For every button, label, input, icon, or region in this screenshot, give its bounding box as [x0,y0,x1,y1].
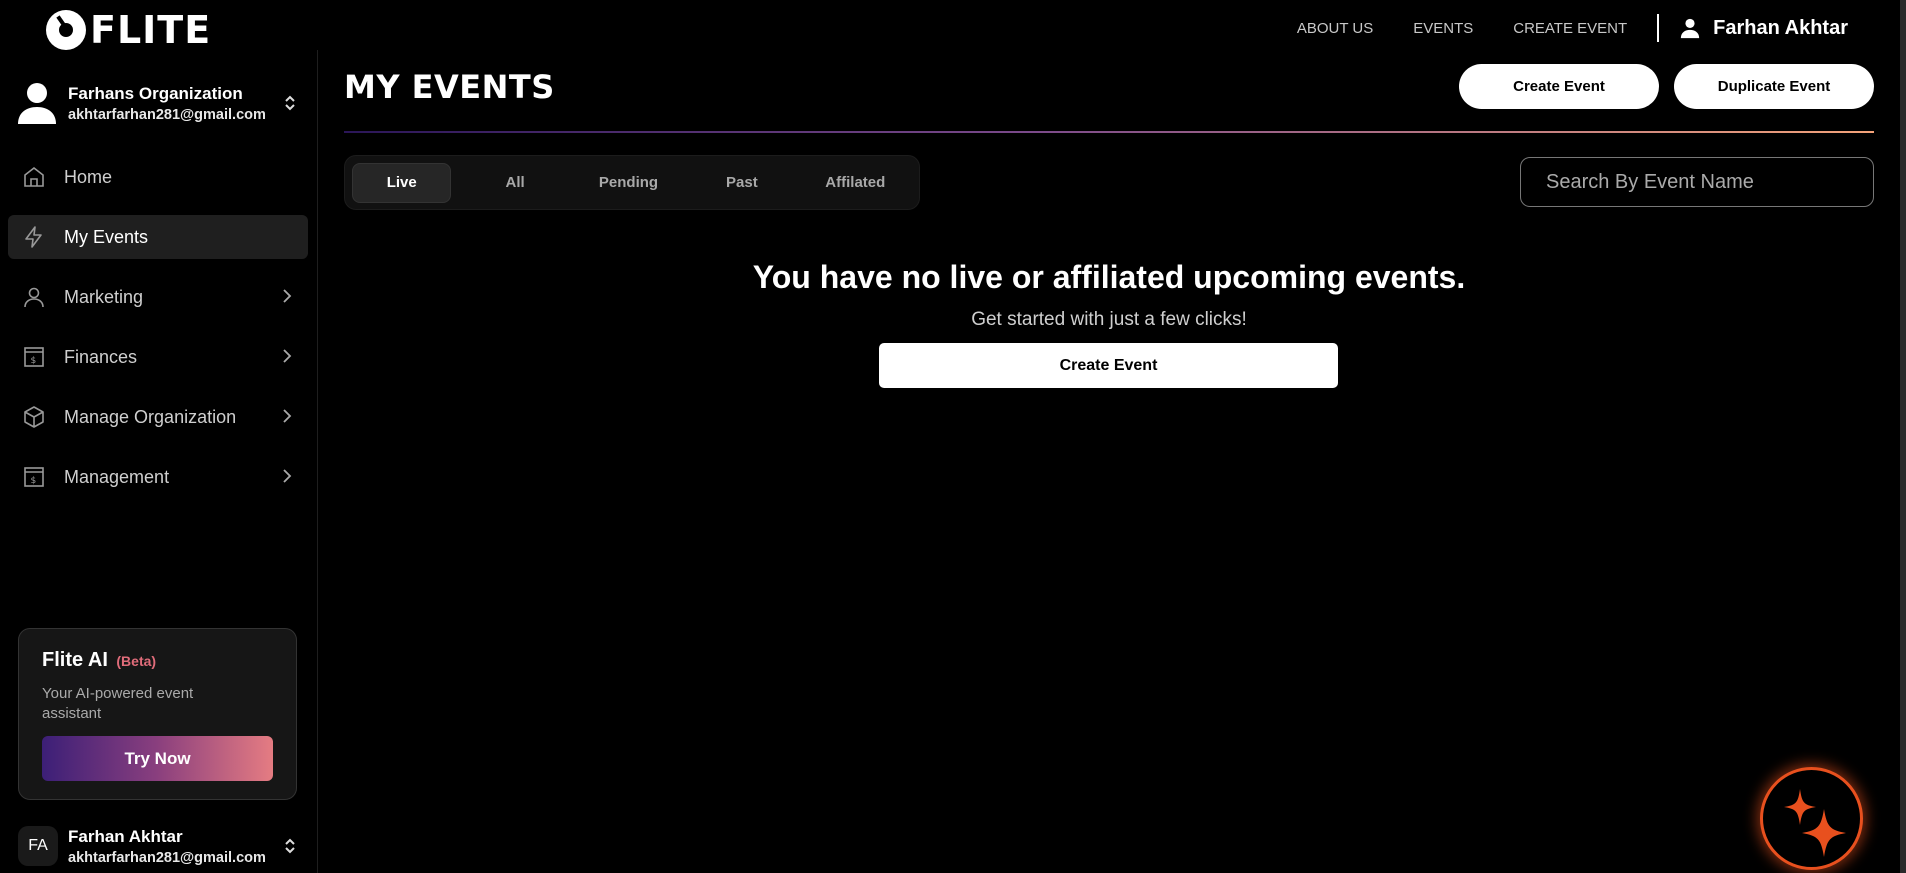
nav-create-event[interactable]: CREATE EVENT [1513,20,1627,37]
empty-state-create-event-button[interactable]: Create Event [879,343,1338,388]
sparkle-icon [1783,788,1846,857]
svg-text:$: $ [31,356,37,366]
brand-name: FLITE [90,8,212,52]
ai-card-description: Your AI-powered event assistant [42,685,194,722]
create-event-button[interactable]: Create Event [1459,64,1659,109]
flite-ai-card: Flite AI (Beta) Your AI-powered event as… [18,628,297,800]
page-title: MY EVENTS [344,68,555,106]
sidebar-item-management[interactable]: $ Management [8,455,308,499]
try-now-button[interactable]: Try Now [42,736,273,781]
scrollbar[interactable] [1900,0,1906,873]
sidebar-item-label: Marketing [64,286,144,307]
chevron-right-icon [282,347,292,368]
tab-past[interactable]: Past [692,163,791,203]
account-email: akhtarfarhan281@gmail.com [68,849,266,866]
sidebar-nav: Home My Events Marketing $ Finances Mana… [8,155,308,515]
nav-divider [1657,14,1660,42]
receipt-icon: $ [20,343,48,371]
sidebar-item-label: Finances [64,346,138,367]
sidebar-item-manage-organization[interactable]: Manage Organization [8,395,308,439]
ai-card-title: Flite AI [42,649,108,671]
tab-affilated[interactable]: Affilated [806,163,905,203]
user-icon [1680,18,1700,39]
chevron-right-icon [282,287,292,308]
event-filter-tabs: Live All Pending Past Affilated [344,155,920,210]
lightning-icon [20,223,48,251]
sidebar-item-marketing[interactable]: Marketing [8,275,308,319]
empty-state-subtitle: Get started with just a few clicks! [971,309,1247,330]
tab-live[interactable]: Live [352,162,452,203]
nav-about-us[interactable]: ABOUT US [1297,20,1373,37]
ai-card-heading: Flite AI (Beta) [42,649,273,672]
chevron-up-down-icon [282,835,298,857]
sidebar-item-label: Manage Organization [64,406,237,427]
user-icon [20,283,48,311]
sidebar-item-finances[interactable]: $ Finances [8,335,308,379]
tab-all[interactable]: All [465,163,564,203]
flite-logo[interactable]: FLITE [46,8,211,52]
chevron-right-icon [282,467,292,488]
organization-email: akhtarfarhan281@gmail.com [68,106,266,123]
ai-assistant-button[interactable] [1760,767,1863,870]
sidebar-item-label: Management [64,466,170,487]
svg-text:$: $ [31,476,37,486]
chevron-up-down-icon [282,92,298,114]
avatar: FA [18,826,58,866]
chevron-right-icon [282,407,292,428]
vinyl-disc-icon [46,10,86,50]
organization-switcher[interactable]: Farhans Organization akhtarfarhan281@gma… [18,82,298,124]
sidebar-item-label: Home [64,166,113,187]
header-divider [344,131,1874,133]
top-navigation: ABOUT US EVENTS CREATE EVENT Farhan Akht… [1297,0,1906,56]
account-switcher[interactable]: FA Farhan Akhtar akhtarfarhan281@gmail.c… [18,826,298,866]
tab-pending[interactable]: Pending [579,163,678,203]
sidebar-item-label: My Events [64,226,149,247]
empty-state-title: You have no live or affiliated upcoming … [752,259,1466,295]
search-input[interactable] [1520,157,1874,207]
avatar-icon [18,83,56,124]
receipt-icon: $ [20,463,48,491]
nav-events[interactable]: EVENTS [1413,20,1473,37]
account-name: Farhan Akhtar [68,826,183,846]
duplicate-event-button[interactable]: Duplicate Event [1674,64,1874,109]
user-menu[interactable]: Farhan Akhtar [1679,17,1848,40]
sidebar-item-home[interactable]: Home [8,155,308,199]
organization-name: Farhans Organization [68,83,243,103]
home-icon [20,163,48,191]
beta-badge: (Beta) [116,653,157,669]
user-name: Farhan Akhtar [1713,16,1848,39]
sidebar: Farhans Organization akhtarfarhan281@gma… [0,50,318,873]
box-icon [20,403,48,431]
sidebar-item-my-events[interactable]: My Events [8,215,308,259]
